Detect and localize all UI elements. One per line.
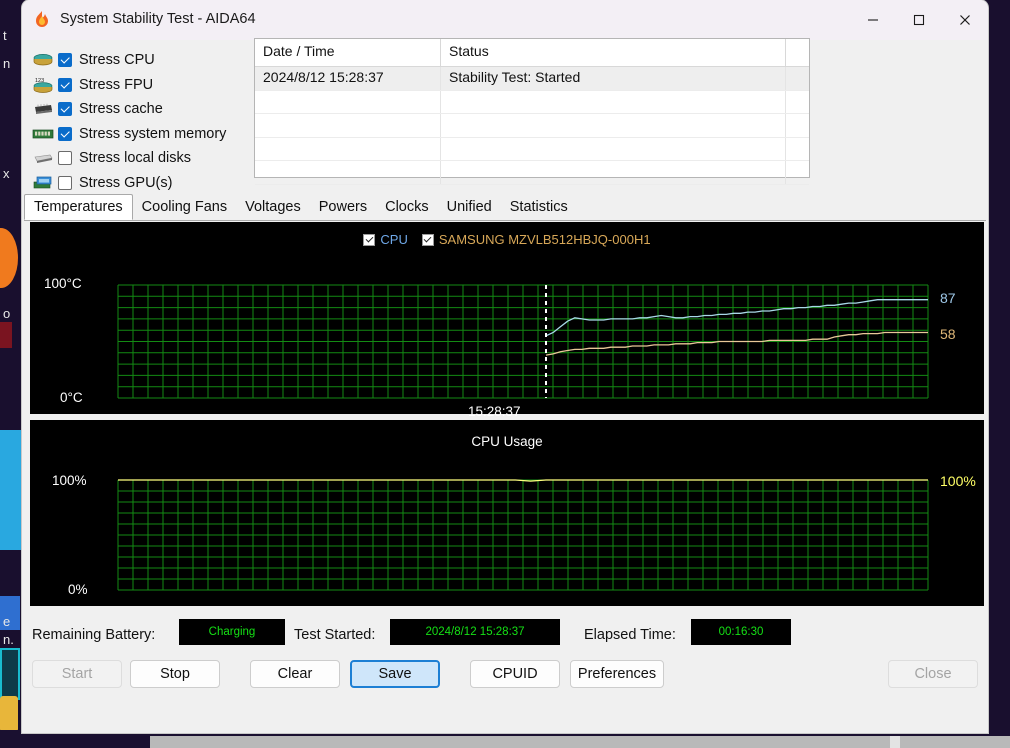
- cell-status: Stability Test: Started: [441, 67, 786, 90]
- stress-option-label: Stress CPU: [79, 52, 155, 69]
- stress-option-label: Stress system memory: [79, 125, 227, 142]
- stress-option-label: Stress local disks: [79, 150, 192, 167]
- minimize-button[interactable]: [850, 0, 896, 40]
- title-bar[interactable]: System Stability Test - AIDA64: [22, 0, 988, 40]
- status-log-table[interactable]: Date / Time Status 2024/8/12 15:28:37 St…: [254, 38, 810, 185]
- stress-memory-checkbox[interactable]: [58, 126, 72, 141]
- test-started-value-field: 2024/8/12 15:28:37: [390, 619, 560, 645]
- tab-label: Unified: [446, 199, 492, 215]
- aida64-stability-test-window: System Stability Test - AIDA64 Stress CP…: [22, 0, 988, 733]
- table-row[interactable]: [255, 114, 809, 138]
- column-header-status[interactable]: Status: [441, 39, 786, 66]
- bg-blob-teal-box: [0, 648, 20, 700]
- close-button[interactable]: Close: [888, 660, 978, 688]
- test-started-label: Test Started:: [294, 627, 376, 643]
- elapsed-time-value-field: 00:16:30: [691, 619, 791, 645]
- temperature-plot-area: [117, 284, 929, 399]
- table-row[interactable]: [255, 90, 809, 114]
- bg-fragment-1: n: [3, 56, 11, 71]
- stress-option-disks[interactable]: Stress local disks: [30, 146, 260, 171]
- cell-datetime: 2024/8/12 15:28:37: [255, 67, 441, 90]
- stress-option-label: Stress cache: [79, 101, 163, 118]
- stress-options-list: Stress CPU 123 Stress FPU Stress cache S…: [30, 48, 260, 195]
- stress-option-cpu[interactable]: Stress CPU: [30, 48, 260, 73]
- status-bar: Remaining Battery: Charging Test Started…: [22, 612, 988, 656]
- stop-button[interactable]: Stop: [130, 660, 220, 688]
- bg-blob-yellow: [0, 696, 18, 732]
- bg-fragment-2: x: [3, 166, 10, 181]
- tab-label: Voltages: [245, 199, 301, 215]
- taskbar-strip: [150, 736, 1010, 748]
- cpu-usage-plot-area: [117, 479, 929, 591]
- bg-fragment-3: o: [3, 306, 11, 321]
- tab-powers[interactable]: Powers: [310, 194, 376, 220]
- bg-fragment-4: e: [3, 614, 11, 629]
- bg-fragment-0: t: [3, 28, 7, 43]
- bg-blob-blue: [0, 430, 22, 550]
- cpu-usage-graph: CPU Usage 100% 0% 100%: [30, 420, 984, 606]
- table-row[interactable]: [255, 137, 809, 161]
- tab-label: Cooling Fans: [141, 199, 228, 215]
- clear-button[interactable]: Clear: [250, 660, 340, 688]
- stress-cache-checkbox[interactable]: [58, 102, 72, 117]
- stress-disks-checkbox[interactable]: [58, 151, 72, 166]
- save-button[interactable]: Save: [350, 660, 440, 688]
- memory-stick-icon: [30, 124, 56, 144]
- stress-fpu-checkbox[interactable]: [58, 77, 72, 92]
- stress-option-memory[interactable]: Stress system memory: [30, 122, 260, 147]
- table-row[interactable]: [255, 161, 809, 185]
- hard-disk-icon: [30, 148, 56, 168]
- fpu-chip-icon: 123: [30, 75, 56, 95]
- bg-blob-orange: [0, 228, 18, 288]
- battery-label: Remaining Battery:: [32, 627, 156, 643]
- stress-option-label: Stress FPU: [79, 76, 154, 93]
- tab-label: Powers: [318, 199, 368, 215]
- stress-option-cache[interactable]: Stress cache: [30, 97, 260, 122]
- column-header-extra[interactable]: [786, 39, 809, 66]
- table-row[interactable]: 2024/8/12 15:28:37 Stability Test: Start…: [255, 67, 809, 91]
- tab-label: Statistics: [509, 199, 568, 215]
- cell-extra: [786, 67, 809, 90]
- preferences-button[interactable]: Preferences: [570, 660, 664, 688]
- bg-fragment-5: n.: [3, 632, 14, 647]
- close-window-button[interactable]: [942, 0, 988, 40]
- tab-label: Temperatures: [34, 199, 123, 215]
- stress-cpu-checkbox[interactable]: [58, 53, 72, 68]
- tab-clocks[interactable]: Clocks: [376, 194, 438, 220]
- column-header-datetime[interactable]: Date / Time: [255, 39, 441, 66]
- gpu-card-icon: [30, 173, 56, 193]
- stress-option-label: Stress GPU(s): [79, 174, 173, 191]
- table-header-row: Date / Time Status: [255, 39, 809, 67]
- tab-voltages[interactable]: Voltages: [236, 194, 310, 220]
- taskbar-strip-end: [890, 736, 900, 748]
- temperature-graph: CPU SAMSUNG MZVLB512HBJQ-000H1 100°C 0°C…: [30, 222, 984, 419]
- cache-chip-icon: [30, 99, 56, 119]
- maximize-button[interactable]: [896, 0, 942, 40]
- stress-gpu-checkbox[interactable]: [58, 175, 72, 190]
- flame-icon: [32, 10, 52, 30]
- start-button[interactable]: Start: [32, 660, 122, 688]
- stress-option-fpu[interactable]: 123 Stress FPU: [30, 73, 260, 98]
- cpu-chip-icon: [30, 50, 56, 70]
- bg-blob-red: [0, 322, 12, 348]
- tab-temperatures[interactable]: Temperatures: [24, 194, 133, 220]
- tab-label: Clocks: [385, 199, 429, 215]
- stress-option-gpu[interactable]: Stress GPU(s): [30, 171, 260, 196]
- window-title: System Stability Test - AIDA64: [60, 11, 256, 27]
- tab-bar: Temperatures Cooling Fans Voltages Power…: [24, 194, 986, 221]
- tab-unified[interactable]: Unified: [438, 194, 501, 220]
- tab-cooling-fans[interactable]: Cooling Fans: [133, 194, 236, 220]
- cpuid-button[interactable]: CPUID: [470, 660, 560, 688]
- tab-statistics[interactable]: Statistics: [501, 194, 577, 220]
- elapsed-time-label: Elapsed Time:: [584, 627, 676, 643]
- battery-value-field: Charging: [179, 619, 285, 645]
- button-bar: Start Stop Clear Save CPUID Preferences …: [22, 660, 988, 700]
